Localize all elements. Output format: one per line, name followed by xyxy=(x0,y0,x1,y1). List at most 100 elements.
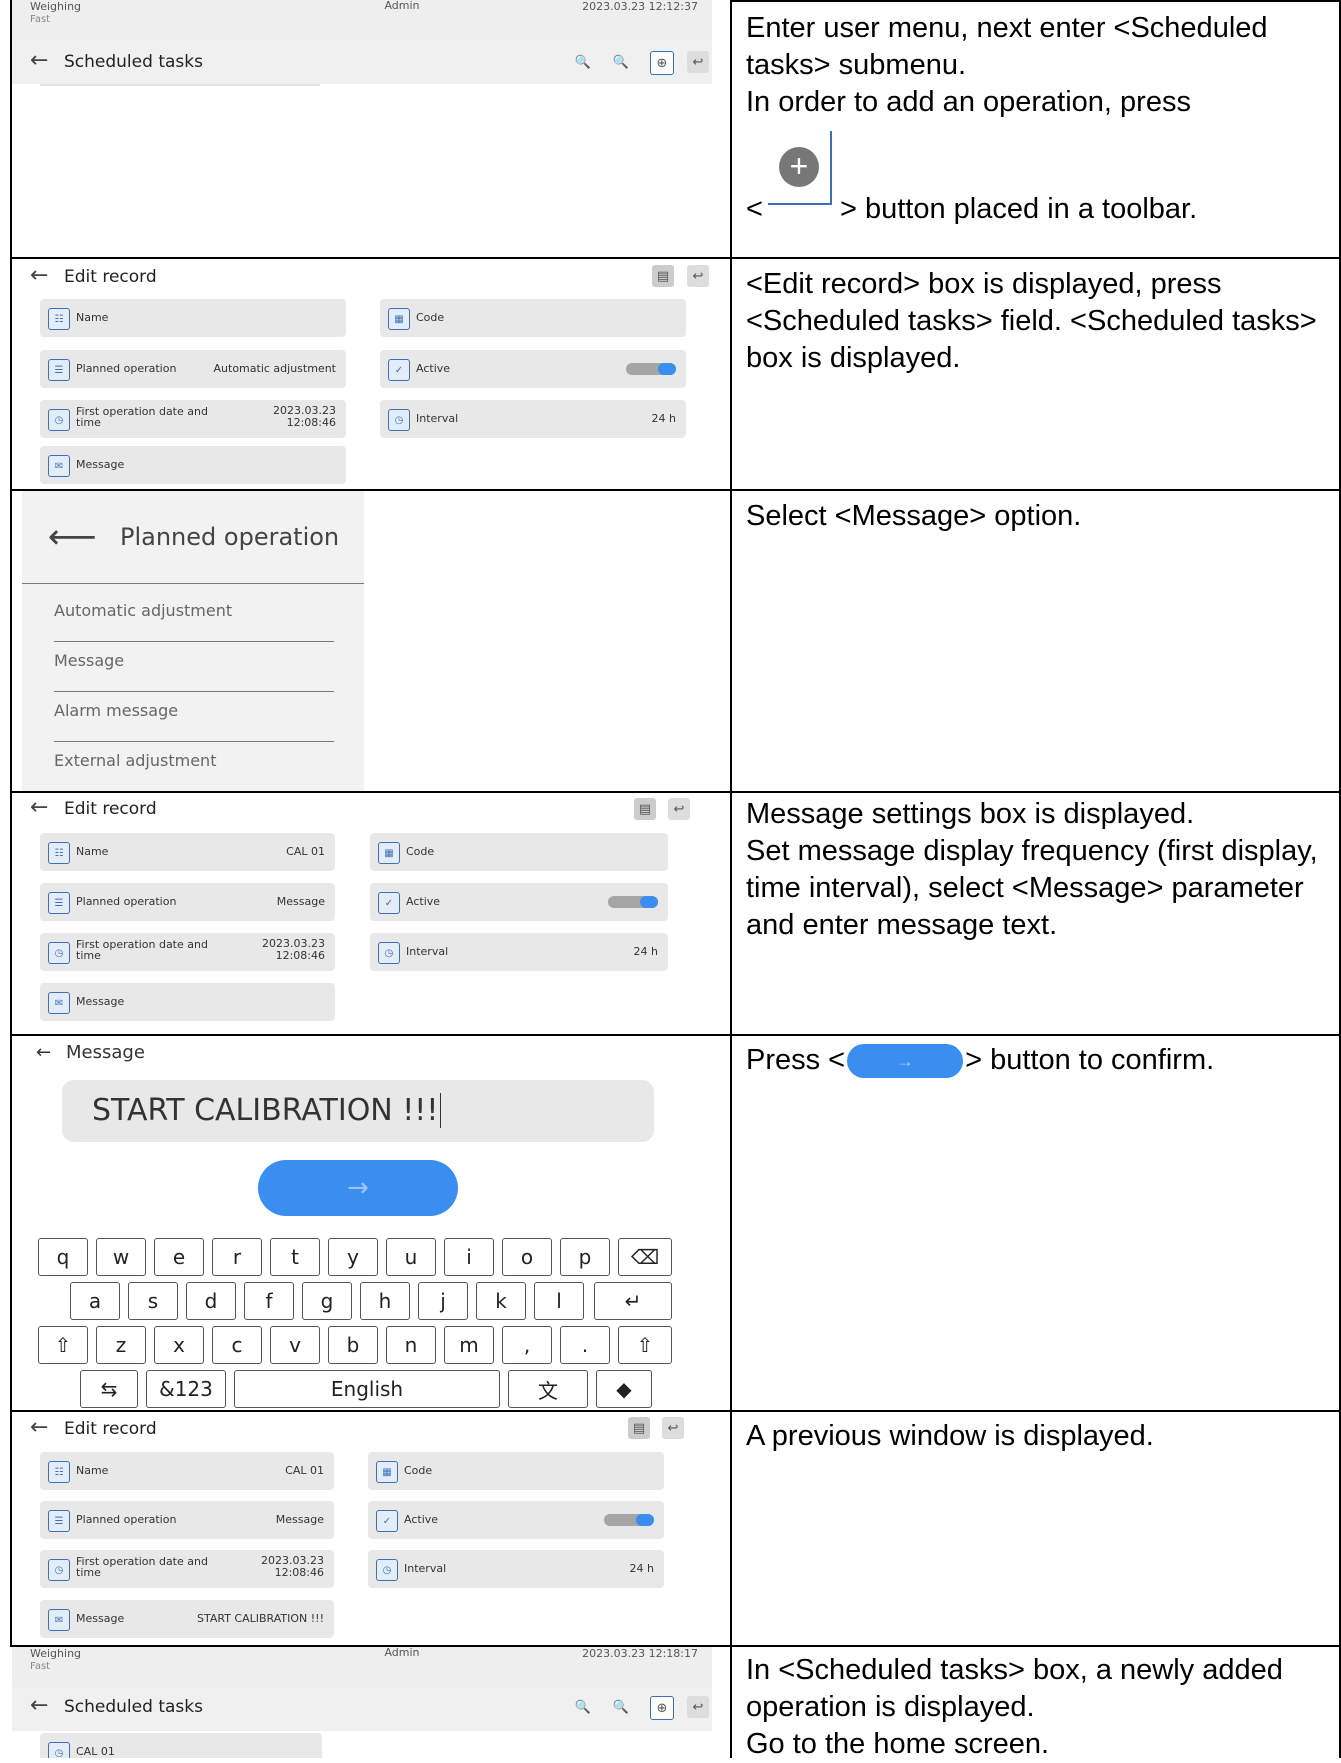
key-k[interactable]: k xyxy=(476,1282,526,1320)
exit-icon[interactable]: ↩ xyxy=(687,51,709,73)
translate-icon[interactable]: 文 xyxy=(508,1370,588,1408)
interval-field[interactable]: ◷ Interval 24 h xyxy=(370,933,668,971)
description-2: <Edit record> box is displayed, press <S… xyxy=(746,266,1336,377)
key-n[interactable]: n xyxy=(386,1326,436,1364)
key-w[interactable]: w xyxy=(96,1238,146,1276)
switch-icon[interactable]: ⇆ xyxy=(80,1370,138,1408)
active-field[interactable]: ✓ Active xyxy=(380,350,686,388)
name-field[interactable]: ☷ Name xyxy=(40,299,346,337)
search-name-icon[interactable]: 🔍 xyxy=(572,1696,594,1718)
back-arrow-icon[interactable]: ← xyxy=(30,1415,48,1440)
key-g[interactable]: g xyxy=(302,1282,352,1320)
message-field[interactable]: ✉ Message START CALIBRATION !!! xyxy=(40,1600,334,1638)
active-toggle[interactable] xyxy=(626,363,676,375)
print-icon[interactable]: ▤ xyxy=(652,265,674,287)
print-icon[interactable]: ▤ xyxy=(628,1417,650,1439)
key-b[interactable]: b xyxy=(328,1326,378,1364)
key-t[interactable]: t xyxy=(270,1238,320,1276)
numbers-key[interactable]: &123 xyxy=(146,1370,226,1408)
key-a[interactable]: a xyxy=(70,1282,120,1320)
code-field[interactable]: ▦ Code xyxy=(370,833,668,871)
first-operation-field[interactable]: ◷ First operation date and time 2023.03.2… xyxy=(40,1550,334,1588)
search-name-icon[interactable]: 🔍 xyxy=(572,51,594,73)
key-r[interactable]: r xyxy=(212,1238,262,1276)
field-label: Message xyxy=(76,1612,125,1625)
key-q[interactable]: q xyxy=(38,1238,88,1276)
desc-line: Press < → > button to confirm. xyxy=(746,1042,1336,1082)
shift-icon[interactable]: ⇧ xyxy=(618,1326,672,1364)
back-arrow-icon[interactable]: ← xyxy=(30,795,48,820)
exit-icon[interactable]: ↩ xyxy=(687,265,709,287)
key-j[interactable]: j xyxy=(418,1282,468,1320)
back-arrow-icon[interactable]: ⟵ xyxy=(48,517,97,557)
first-operation-field[interactable]: ◷ First operation date and time 2023.03.2… xyxy=(40,400,346,438)
exit-icon[interactable]: ↩ xyxy=(668,798,690,820)
message-field[interactable]: ✉ Message xyxy=(40,446,346,484)
key-c[interactable]: c xyxy=(212,1326,262,1364)
search-code-icon[interactable]: 🔍 xyxy=(610,1696,632,1718)
key-z[interactable]: z xyxy=(96,1326,146,1364)
key-h[interactable]: h xyxy=(360,1282,410,1320)
name-field[interactable]: ☷ Name CAL 01 xyxy=(40,833,335,871)
key-e[interactable]: e xyxy=(154,1238,204,1276)
shift-icon[interactable]: ⇧ xyxy=(38,1326,88,1364)
clock-icon: ◷ xyxy=(376,1559,398,1581)
bracket-open: < xyxy=(746,193,763,225)
planned-operation-field[interactable]: ☰ Planned operation Automatic adjustment xyxy=(40,350,346,388)
planned-operation-field[interactable]: ☰ Planned operation Message xyxy=(40,1501,334,1539)
clock-label: 2023.03.23 12:18:17 xyxy=(582,1647,698,1660)
desc-text: Press < xyxy=(746,1044,846,1076)
option-automatic-adjustment[interactable]: Automatic adjustment xyxy=(54,601,334,642)
confirm-button[interactable]: → xyxy=(258,1160,458,1216)
back-arrow-icon[interactable]: ← xyxy=(30,1693,48,1718)
message-icon: ✉ xyxy=(48,992,70,1014)
search-code-icon[interactable]: 🔍 xyxy=(610,51,632,73)
active-toggle[interactable] xyxy=(604,1514,654,1526)
key-i[interactable]: i xyxy=(444,1238,494,1276)
message-input[interactable]: START CALIBRATION !!! xyxy=(62,1080,654,1142)
active-toggle[interactable] xyxy=(608,896,658,908)
key-u[interactable]: u xyxy=(386,1238,436,1276)
space-key[interactable]: English xyxy=(234,1370,500,1408)
option-message[interactable]: Message xyxy=(54,651,334,692)
key-comma[interactable]: , xyxy=(502,1326,552,1364)
name-field[interactable]: ☷ Name CAL 01 xyxy=(40,1452,334,1490)
backspace-icon[interactable]: ⌫ xyxy=(618,1238,672,1276)
task-item[interactable]: ◷ CAL 01 xyxy=(40,1733,322,1758)
key-o[interactable]: o xyxy=(502,1238,552,1276)
back-arrow-icon[interactable]: ← xyxy=(30,263,48,288)
code-field[interactable]: ▦ Code xyxy=(380,299,686,337)
interval-field[interactable]: ◷ Interval 24 h xyxy=(380,400,686,438)
message-field[interactable]: ✉ Message xyxy=(40,983,335,1021)
option-alarm-message[interactable]: Alarm message xyxy=(54,701,334,742)
back-arrow-icon[interactable]: ← xyxy=(30,48,48,73)
code-icon: ▦ xyxy=(388,308,410,330)
code-field[interactable]: ▦ Code xyxy=(368,1452,664,1490)
key-y[interactable]: y xyxy=(328,1238,378,1276)
interval-field[interactable]: ◷ Interval 24 h xyxy=(368,1550,664,1588)
exit-icon[interactable]: ↩ xyxy=(662,1417,684,1439)
key-v[interactable]: v xyxy=(270,1326,320,1364)
first-operation-field[interactable]: ◷ First operation date and time 2023.03.2… xyxy=(40,933,335,971)
planned-operation-field[interactable]: ☰ Planned operation Message xyxy=(40,883,335,921)
eraser-icon[interactable]: ◆ xyxy=(596,1370,652,1408)
key-l[interactable]: l xyxy=(534,1282,584,1320)
print-icon[interactable]: ▤ xyxy=(634,798,656,820)
active-field[interactable]: ✓ Active xyxy=(370,883,668,921)
key-s[interactable]: s xyxy=(128,1282,178,1320)
add-icon[interactable]: ⊕ xyxy=(650,51,674,75)
add-icon[interactable]: ⊕ xyxy=(650,1696,674,1720)
option-external-adjustment[interactable]: External adjustment xyxy=(54,751,334,791)
key-m[interactable]: m xyxy=(444,1326,494,1364)
field-label: First operation date and time xyxy=(76,938,208,962)
key-x[interactable]: x xyxy=(154,1326,204,1364)
key-p[interactable]: p xyxy=(560,1238,610,1276)
key-d[interactable]: d xyxy=(186,1282,236,1320)
back-arrow-icon[interactable]: ← xyxy=(36,1042,51,1063)
enter-icon[interactable]: ↵ xyxy=(594,1282,672,1320)
field-label: Name xyxy=(76,845,109,858)
key-f[interactable]: f xyxy=(244,1282,294,1320)
exit-icon[interactable]: ↩ xyxy=(687,1696,709,1718)
active-field[interactable]: ✓ Active xyxy=(368,1501,664,1539)
key-period[interactable]: . xyxy=(560,1326,610,1364)
